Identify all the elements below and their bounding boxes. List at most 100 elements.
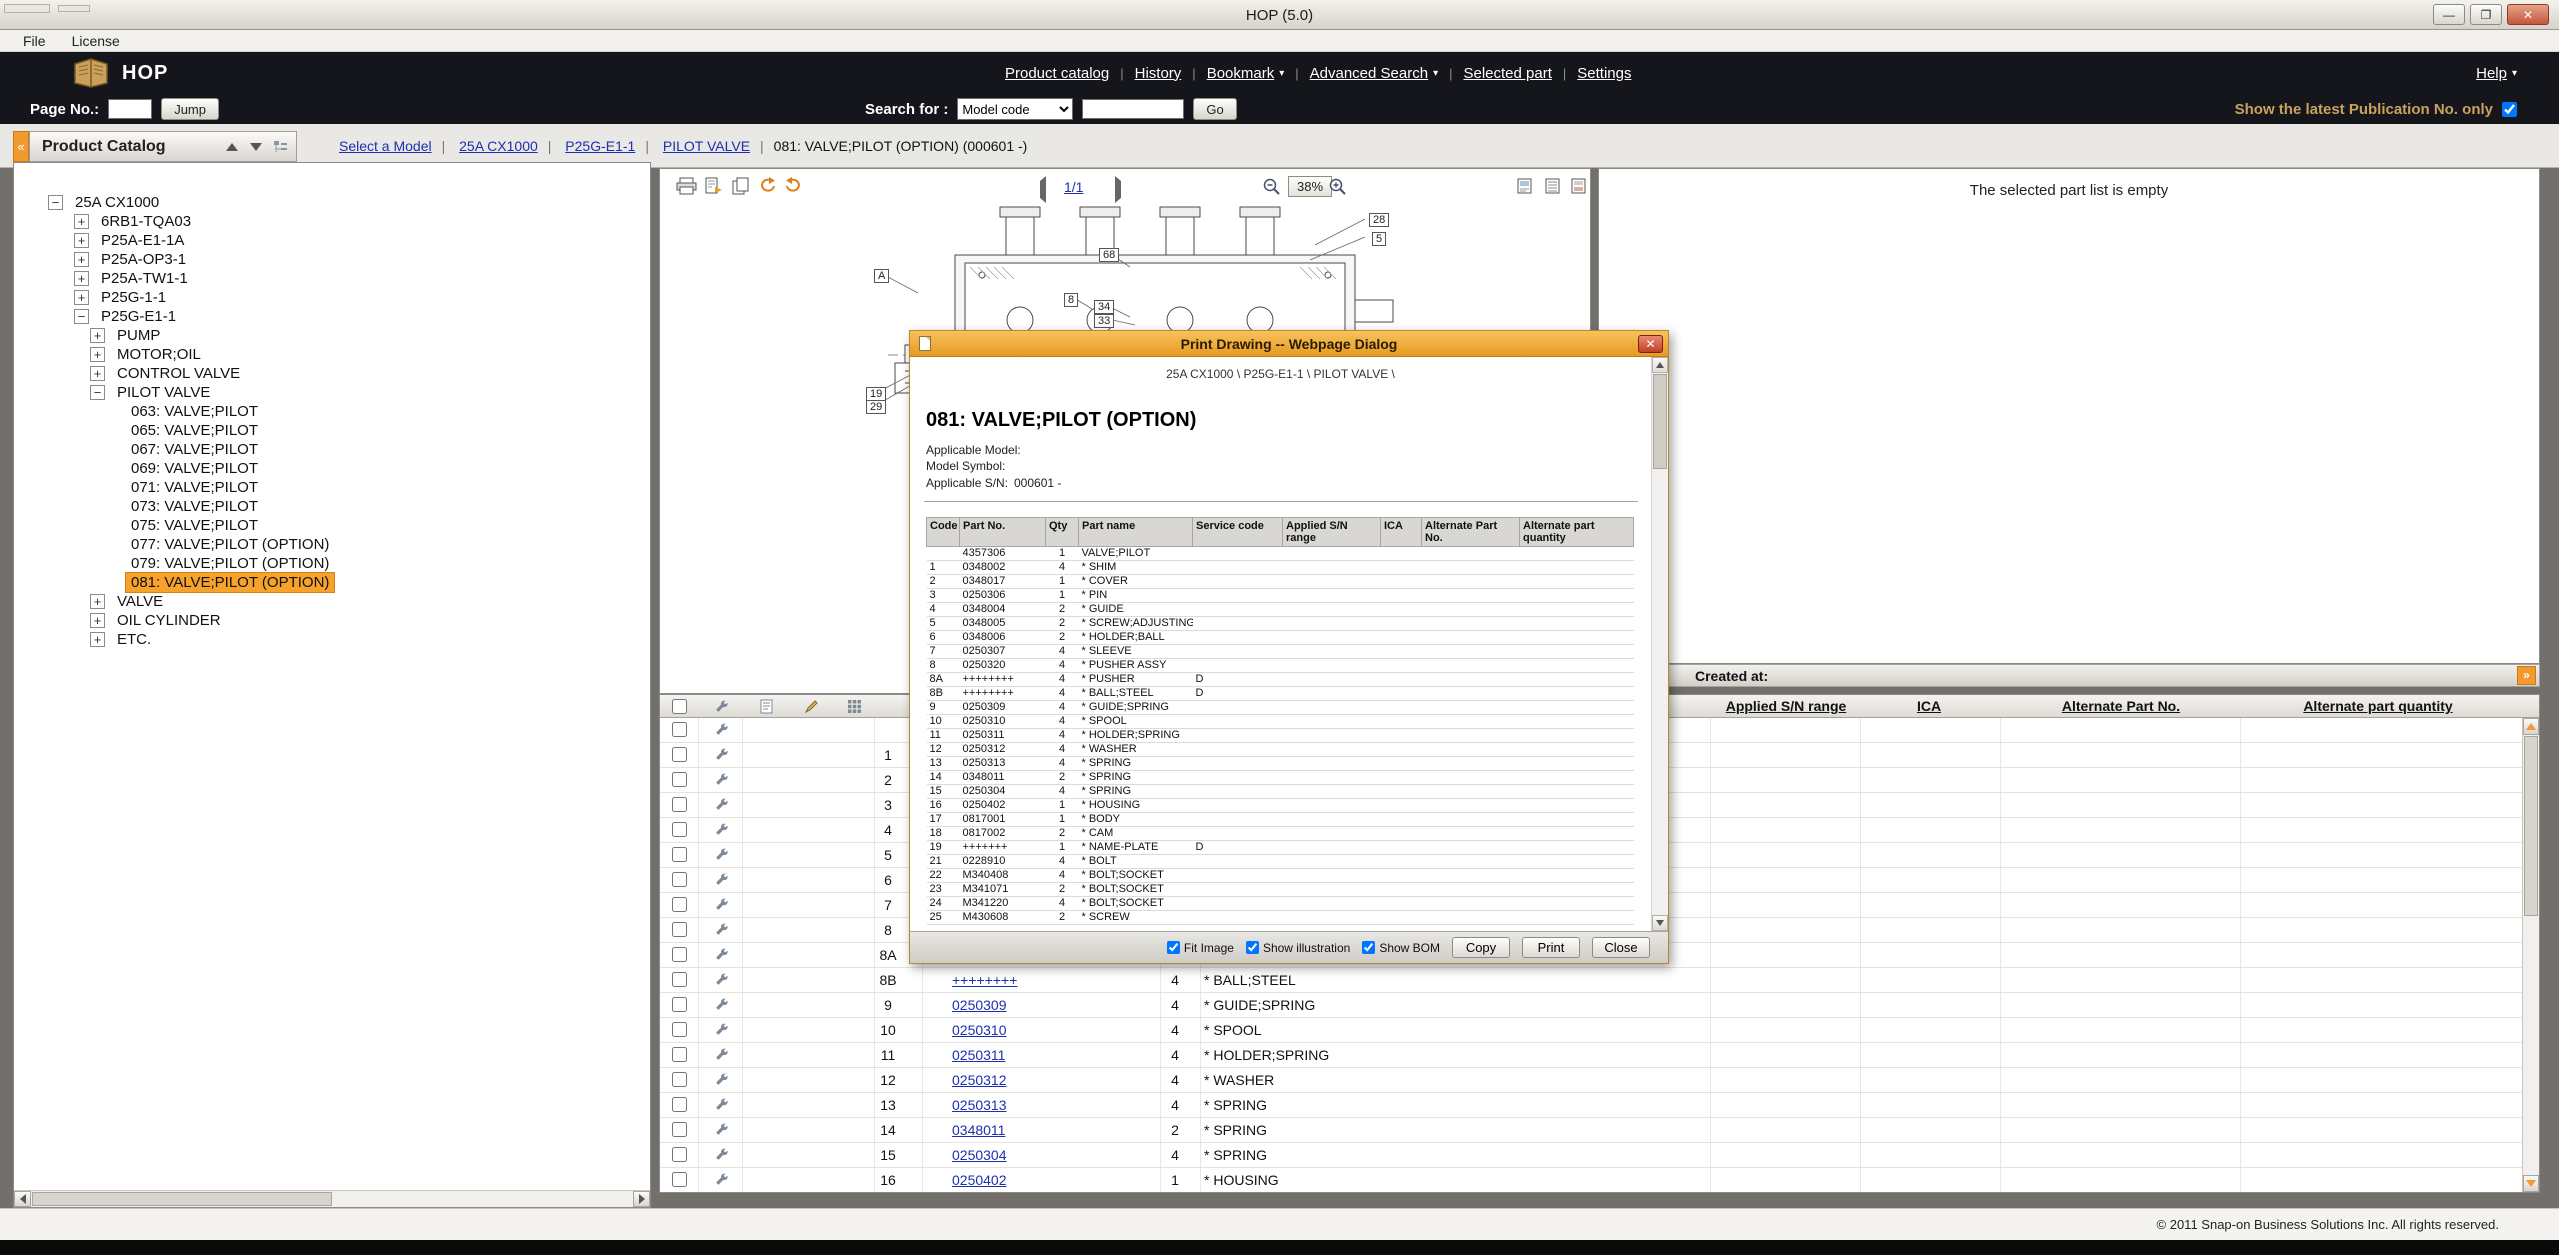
tree-item-label[interactable]: P25A-TW1-1 (96, 269, 193, 288)
tree-expand-icon[interactable] (74, 252, 89, 267)
row-checkbox[interactable] (672, 822, 687, 837)
tree-item[interactable]: 065: VALVE;PILOT (14, 421, 650, 440)
wrench-icon[interactable] (714, 699, 729, 719)
nav-item[interactable]: History (1109, 65, 1181, 82)
wrench-icon[interactable] (714, 872, 729, 892)
part-number-link[interactable]: 0250309 (952, 997, 1007, 1013)
tree-item[interactable]: ETC. (14, 630, 650, 649)
wrench-icon[interactable] (714, 1047, 729, 1067)
rotate-cw-icon[interactable] (784, 177, 803, 199)
nav-item[interactable]: Bookmark (1181, 65, 1284, 82)
tree-item[interactable]: P25G-E1-1 (14, 307, 650, 326)
tree-item-label[interactable]: 081: VALVE;PILOT (OPTION) (126, 573, 334, 592)
expand-selected-parts-button[interactable]: » (2517, 666, 2536, 685)
tree-expand-icon[interactable] (48, 195, 63, 210)
collapse-panel-button[interactable]: « (13, 131, 29, 162)
wrench-icon[interactable] (714, 922, 729, 942)
tree-item-label[interactable]: 067: VALVE;PILOT (126, 440, 263, 459)
tree-expand-icon[interactable] (74, 233, 89, 248)
nav-link[interactable]: Settings (1577, 65, 1631, 82)
show-illustration-checkbox[interactable] (1246, 941, 1259, 954)
select-all-checkbox[interactable] (672, 699, 687, 714)
tree-item-label[interactable]: 6RB1-TQA03 (96, 212, 196, 231)
show-bom-checkbox[interactable] (1362, 941, 1375, 954)
print-icon[interactable] (676, 177, 697, 200)
tree-item-label[interactable]: 25A CX1000 (70, 193, 164, 212)
go-button[interactable]: Go (1193, 98, 1236, 120)
row-checkbox[interactable] (672, 1047, 687, 1062)
nav-item[interactable]: Selected part (1438, 65, 1552, 82)
parts-table-scrollbar[interactable] (2522, 718, 2539, 1192)
minimize-button[interactable]: — (2433, 4, 2465, 25)
part-number-link[interactable]: 0250311 (952, 1047, 1005, 1063)
column-header-ica[interactable]: ICA (1894, 698, 1964, 714)
scroll-right-button[interactable] (633, 1191, 650, 1207)
breadcrumb-link[interactable]: 25A CX1000 (432, 138, 538, 154)
wrench-icon[interactable] (714, 772, 729, 792)
scrollbar-thumb[interactable] (2524, 736, 2538, 916)
dialog-titlebar[interactable]: Print Drawing -- Webpage Dialog ✕ (910, 331, 1668, 357)
row-checkbox[interactable] (672, 797, 687, 812)
tree-item[interactable]: VALVE (14, 592, 650, 611)
zoom-level[interactable]: 38% (1288, 176, 1332, 197)
part-number-link[interactable]: 0250313 (952, 1097, 1007, 1113)
tree-view-icon[interactable] (272, 139, 288, 155)
row-checkbox[interactable] (672, 922, 687, 937)
tree-item[interactable]: 069: VALVE;PILOT (14, 459, 650, 478)
wrench-icon[interactable] (714, 822, 729, 842)
scroll-up-button[interactable] (2523, 718, 2539, 735)
scroll-up-button[interactable] (1652, 357, 1668, 373)
wrench-icon[interactable] (714, 722, 729, 742)
scrollbar-thumb[interactable] (32, 1192, 332, 1206)
breadcrumb-link[interactable]: PILOT VALVE (635, 138, 750, 154)
tree-expand-icon[interactable] (90, 385, 105, 400)
dialog-close-button[interactable]: ✕ (1638, 335, 1663, 353)
tree-item-label[interactable]: 077: VALVE;PILOT (OPTION) (126, 535, 334, 554)
wrench-icon[interactable] (714, 1122, 729, 1142)
row-checkbox[interactable] (672, 1072, 687, 1087)
tree-item-label[interactable]: 063: VALVE;PILOT (126, 402, 263, 421)
tree-item[interactable]: OIL CYLINDER (14, 611, 650, 630)
tree-item-label[interactable]: P25A-OP3-1 (96, 250, 191, 269)
wrench-icon[interactable] (714, 897, 729, 917)
zoom-in-icon[interactable] (1328, 177, 1347, 201)
wrench-icon[interactable] (714, 997, 729, 1017)
wrench-icon[interactable] (714, 1022, 729, 1042)
breadcrumb-link[interactable]: P25G-E1-1 (538, 138, 636, 154)
scrollbar-thumb[interactable] (1653, 374, 1667, 469)
jump-button[interactable]: Jump (161, 98, 219, 120)
tree-item[interactable]: P25A-E1-1A (14, 231, 650, 250)
tree-item[interactable]: 081: VALVE;PILOT (OPTION) (14, 573, 650, 592)
tree-item[interactable]: 25A CX1000 (14, 193, 650, 212)
tree-item[interactable]: 073: VALVE;PILOT (14, 497, 650, 516)
expand-all-icon[interactable] (224, 139, 240, 155)
document-icon[interactable] (760, 699, 773, 719)
wrench-icon[interactable] (714, 847, 729, 867)
nav-item[interactable]: Advanced Search (1284, 65, 1438, 82)
tree-item-label[interactable]: P25A-E1-1A (96, 231, 189, 250)
catalog-panel-header[interactable]: Product Catalog (29, 131, 297, 162)
search-type-select[interactable]: Model code (957, 98, 1073, 120)
tree-item-label[interactable]: 069: VALVE;PILOT (126, 459, 263, 478)
tree-item[interactable]: 067: VALVE;PILOT (14, 440, 650, 459)
tree-expand-icon[interactable] (90, 613, 105, 628)
tree-item-label[interactable]: CONTROL VALVE (112, 364, 245, 383)
nav-link[interactable]: Product catalog (1005, 65, 1109, 82)
tree-item[interactable]: 075: VALVE;PILOT (14, 516, 650, 535)
tree-item[interactable]: PILOT VALVE (14, 383, 650, 402)
tree-item[interactable]: P25G-1-1 (14, 288, 650, 307)
column-header-applied-sn[interactable]: Applied S/N range (1716, 698, 1856, 714)
part-number-link[interactable]: 0250312 (952, 1072, 1007, 1088)
menu-item[interactable]: File (10, 33, 59, 49)
tree-expand-icon[interactable] (90, 632, 105, 647)
tree-item[interactable]: 063: VALVE;PILOT (14, 402, 650, 421)
nav-link[interactable]: Selected part (1463, 65, 1551, 82)
scroll-down-button[interactable] (1652, 915, 1668, 931)
tree-horizontal-scrollbar[interactable] (14, 1190, 650, 1207)
tree-item[interactable]: MOTOR;OIL (14, 345, 650, 364)
row-checkbox[interactable] (672, 897, 687, 912)
scroll-down-button[interactable] (2523, 1175, 2539, 1192)
tree-expand-icon[interactable] (74, 271, 89, 286)
tree-expand-icon[interactable] (74, 309, 89, 324)
row-checkbox[interactable] (672, 772, 687, 787)
